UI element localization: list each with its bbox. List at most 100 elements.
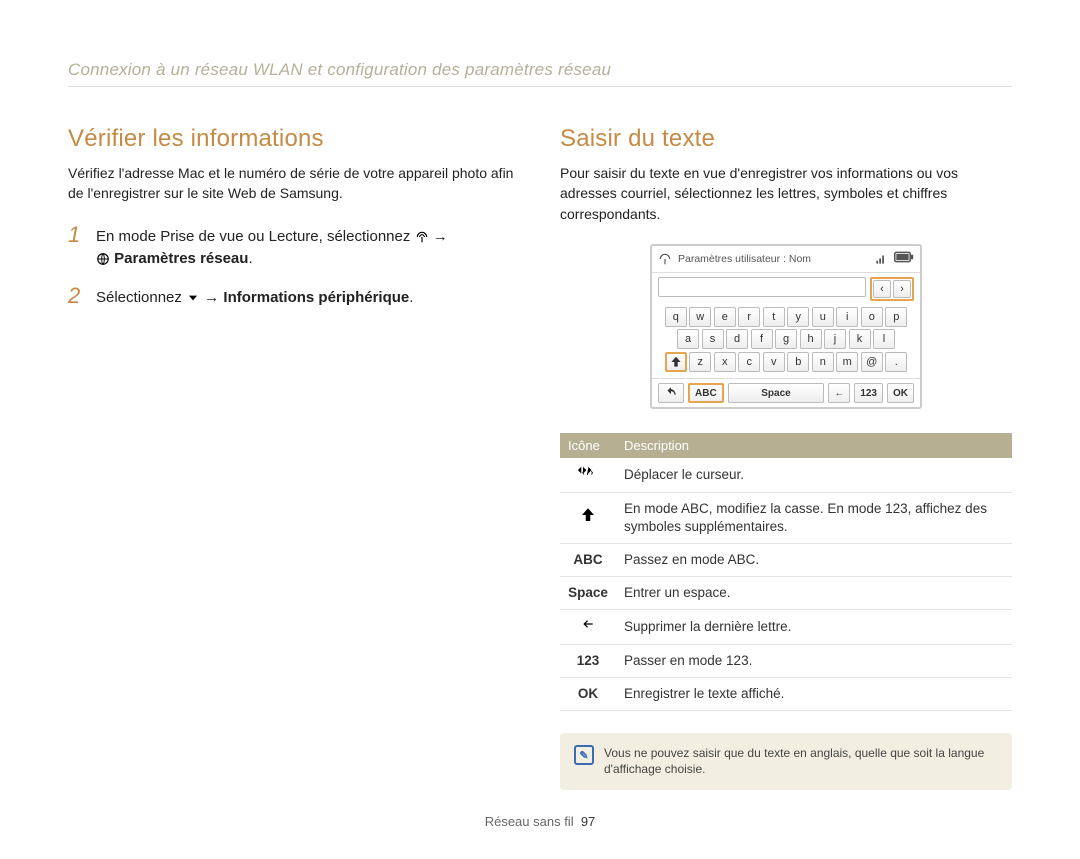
step-before: En mode Prise de vue ou Lecture, sélecti… <box>96 228 415 245</box>
icon-cell-text: Space <box>560 577 616 610</box>
arrow-text: → <box>204 289 223 306</box>
abc-mode-button[interactable]: ABC <box>688 383 724 403</box>
step-before: Sélectionnez <box>96 289 186 306</box>
key-d[interactable]: d <box>726 329 748 349</box>
table-row: En mode ABC, modifiez la casse. En mode … <box>560 492 1012 543</box>
text-input[interactable] <box>658 277 866 297</box>
table-row: ABCPassez en mode ABC. <box>560 544 1012 577</box>
section-title-verify: Vérifier les informations <box>68 125 520 153</box>
key-l[interactable]: l <box>873 329 895 349</box>
step-1: 1 En mode Prise de vue ou Lecture, sélec… <box>68 224 520 271</box>
svg-text:›: › <box>590 467 593 477</box>
undo-button[interactable] <box>658 383 684 403</box>
globe-icon <box>96 252 110 266</box>
icon-cell-text: 123 <box>560 644 616 677</box>
step-bold: Paramètres réseau <box>114 250 248 267</box>
key-o[interactable]: o <box>861 307 883 327</box>
key-a[interactable]: a <box>677 329 699 349</box>
step-num: 1 <box>68 224 86 271</box>
chevron-down-icon <box>186 291 200 305</box>
kb-title: Paramètres utilisateur : Nom <box>678 253 811 265</box>
section-desc-input: Pour saisir du texte en vue d'enregistre… <box>560 163 1012 224</box>
th-desc: Description <box>616 433 1012 458</box>
step-num: 2 <box>68 285 86 310</box>
key-f[interactable]: f <box>751 329 773 349</box>
desc-cell: Déplacer le curseur. <box>616 458 1012 492</box>
key-w[interactable]: w <box>689 307 711 327</box>
left-column: Vérifier les informations Vérifiez l'adr… <box>68 125 520 790</box>
right-column: Saisir du texte Pour saisir du texte en … <box>560 125 1012 790</box>
svg-text:‹: ‹ <box>582 467 585 477</box>
section-desc-verify: Vérifiez l'adresse Mac et le numéro de s… <box>68 163 520 204</box>
key-b[interactable]: b <box>787 352 809 372</box>
icon-description-table: Icône Description ‹/›Déplacer le curseur… <box>560 433 1012 711</box>
table-row: SpaceEntrer un espace. <box>560 577 1012 610</box>
key-y[interactable]: y <box>787 307 809 327</box>
key-m[interactable]: m <box>836 352 858 372</box>
battery-icon <box>894 250 914 268</box>
key-v[interactable]: v <box>763 352 785 372</box>
keyboard-screenshot: Paramètres utilisateur : Nom ‹ › qwert <box>650 244 922 410</box>
key-z[interactable]: z <box>689 352 711 372</box>
icon-cell-text: OK <box>560 677 616 710</box>
key-r[interactable]: r <box>738 307 760 327</box>
key-t[interactable]: t <box>763 307 785 327</box>
th-icon: Icône <box>560 433 616 458</box>
page-header: Connexion à un réseau WLAN et configurat… <box>68 60 1012 87</box>
key-j[interactable]: j <box>824 329 846 349</box>
desc-cell: Passez en mode ABC. <box>616 544 1012 577</box>
shift-key[interactable] <box>665 352 687 372</box>
table-row: ‹/›Déplacer le curseur. <box>560 458 1012 492</box>
key-i[interactable]: i <box>836 307 858 327</box>
table-row: OKEnregistrer le texte affiché. <box>560 677 1012 710</box>
kb-rows: qwertyuiop asdfghjkl zxcvbnm@. <box>652 305 920 379</box>
step-text: En mode Prise de vue ou Lecture, sélecti… <box>96 224 448 271</box>
page-footer: Réseau sans fil 97 <box>68 814 1012 829</box>
bold-suffix: . <box>248 250 252 267</box>
signal-icon <box>874 250 888 268</box>
note-box: ✎ Vous ne pouvez saisir que du texte en … <box>560 733 1012 789</box>
step-2: 2 Sélectionnez → Informations périphériq… <box>68 285 520 310</box>
cursor-left-button[interactable]: ‹ <box>873 280 891 298</box>
note-text: Vous ne pouvez saisir que du texte en an… <box>604 745 998 777</box>
backspace-button[interactable]: ← <box>828 383 850 403</box>
step-bold: Informations périphérique <box>223 289 409 306</box>
key-g[interactable]: g <box>775 329 797 349</box>
arrow-text: → <box>433 228 448 245</box>
note-icon: ✎ <box>574 745 594 765</box>
key-@[interactable]: @ <box>861 352 883 372</box>
icon-cell-back-icon <box>560 610 616 644</box>
key-q[interactable]: q <box>665 307 687 327</box>
num-mode-button[interactable]: 123 <box>854 383 883 403</box>
step-text: Sélectionnez → Informations périphérique… <box>96 285 413 310</box>
desc-cell: En mode ABC, modifiez la casse. En mode … <box>616 492 1012 543</box>
icon-cell-shift-icon <box>560 492 616 543</box>
key-n[interactable]: n <box>812 352 834 372</box>
footer-label: Réseau sans fil <box>485 814 574 829</box>
key-x[interactable]: x <box>714 352 736 372</box>
key-c[interactable]: c <box>738 352 760 372</box>
desc-cell: Supprimer la dernière lettre. <box>616 610 1012 644</box>
desc-cell: Passer en mode 123. <box>616 644 1012 677</box>
table-row: 123Passer en mode 123. <box>560 644 1012 677</box>
key-.[interactable]: . <box>885 352 907 372</box>
cursor-right-button[interactable]: › <box>893 280 911 298</box>
key-u[interactable]: u <box>812 307 834 327</box>
icon-cell-text: ABC <box>560 544 616 577</box>
antenna-icon <box>415 230 429 244</box>
antenna-icon <box>658 250 672 268</box>
table-row: Supprimer la dernière lettre. <box>560 610 1012 644</box>
desc-cell: Entrer un espace. <box>616 577 1012 610</box>
section-title-input: Saisir du texte <box>560 125 1012 153</box>
key-p[interactable]: p <box>885 307 907 327</box>
cursor-arrows-group: ‹ › <box>870 277 914 301</box>
desc-cell: Enregistrer le texte affiché. <box>616 677 1012 710</box>
key-s[interactable]: s <box>702 329 724 349</box>
ok-button[interactable]: OK <box>887 383 914 403</box>
key-k[interactable]: k <box>849 329 871 349</box>
icon-cell-cursor-icon: ‹/› <box>560 458 616 492</box>
bold-suffix: . <box>409 289 413 306</box>
key-h[interactable]: h <box>800 329 822 349</box>
space-button[interactable]: Space <box>728 383 825 403</box>
key-e[interactable]: e <box>714 307 736 327</box>
